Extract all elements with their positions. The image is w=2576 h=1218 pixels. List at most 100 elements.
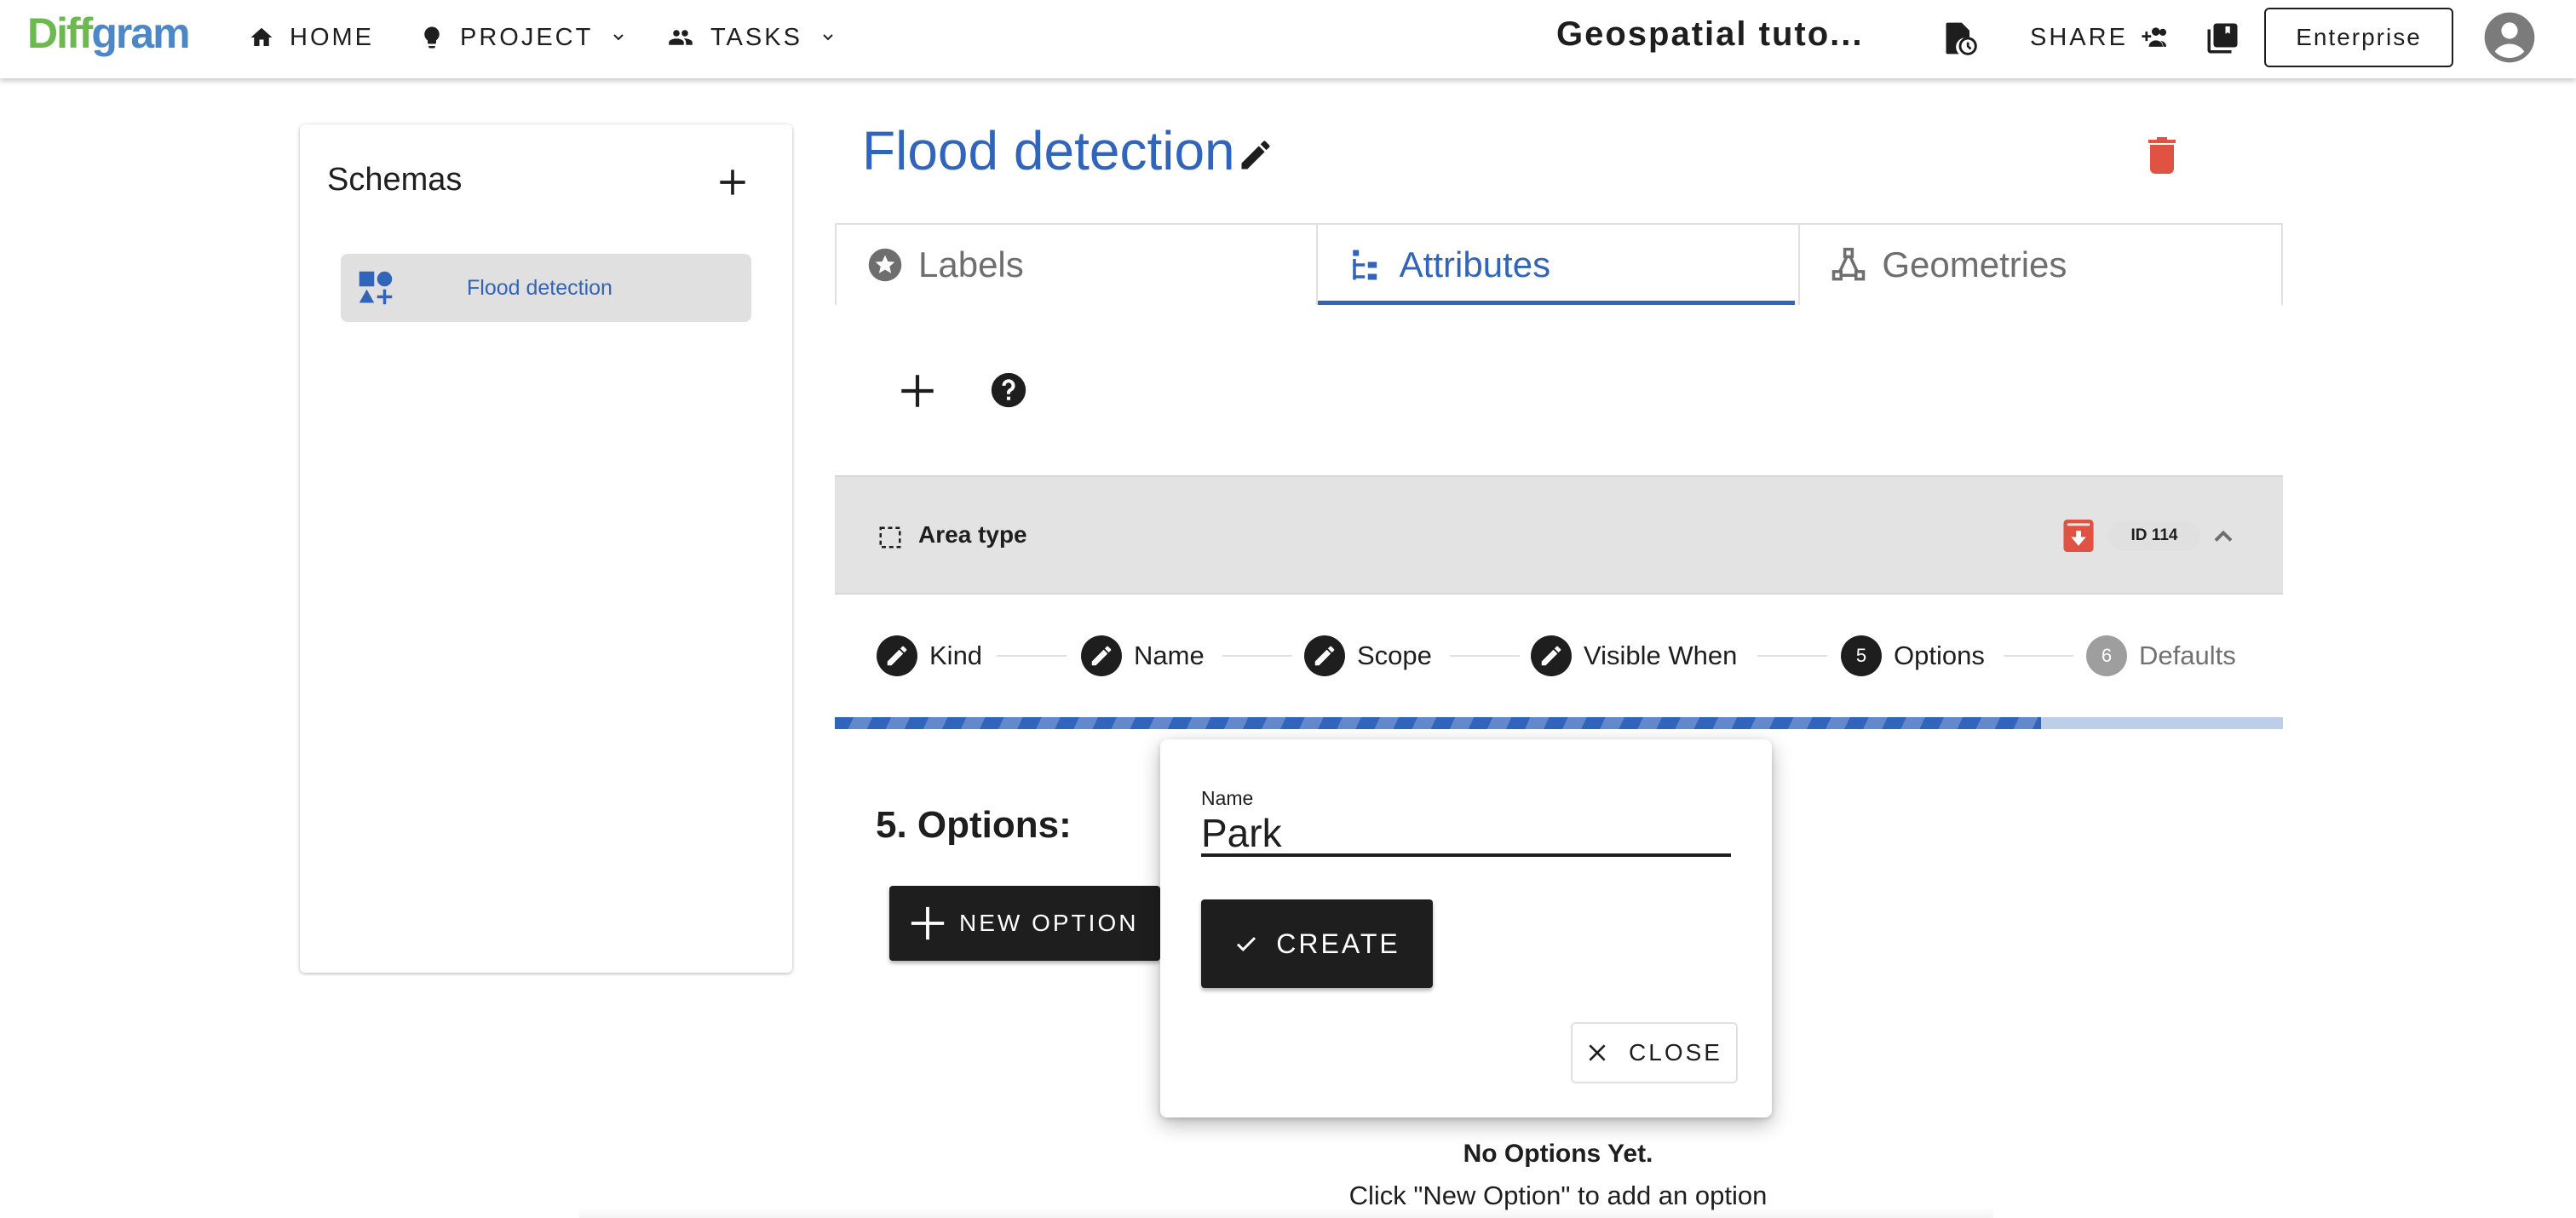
step-defaults[interactable]: 6 Defaults (2086, 630, 2236, 681)
step-name[interactable]: Name (1081, 630, 1205, 681)
plus-icon (901, 375, 934, 407)
diffgram-logo[interactable]: Diffgram (27, 9, 191, 58)
sidebar-title: Schemas (327, 162, 463, 198)
archive-attribute-button[interactable] (2063, 520, 2094, 552)
step-edit-icon (877, 635, 917, 676)
nav-project[interactable]: PROJECT (419, 19, 629, 56)
create-label: CREATE (1276, 928, 1400, 959)
step-connector (1757, 655, 1827, 657)
top-app-bar: Diffgram HOME PROJECT TASKS Geospatial t… (0, 0, 2576, 78)
enterprise-button[interactable]: Enterprise (2264, 8, 2453, 67)
step-defaults-label: Defaults (2139, 641, 2236, 670)
nav-tasks[interactable]: TASKS (666, 19, 838, 56)
step-connector (2004, 655, 2073, 657)
library-books-icon (2207, 23, 2238, 54)
close-popup-button[interactable]: CLOSE (1571, 1022, 1738, 1083)
step-scope[interactable]: Scope (1304, 630, 1432, 681)
plus-icon (911, 906, 945, 940)
file-history-button[interactable] (1939, 17, 1981, 60)
archive-icon (2063, 520, 2094, 552)
close-label: CLOSE (1629, 1039, 1722, 1066)
pencil-icon (1241, 141, 1270, 169)
trash-icon (2148, 137, 2176, 174)
step-progress-fill (835, 717, 2042, 729)
account-avatar-icon (2484, 12, 2535, 63)
new-option-popup: Name CREATE CLOSE (1160, 739, 1772, 1117)
attribute-panel-header[interactable]: Area type ID 114 (835, 475, 2283, 595)
step-connector (1222, 655, 1292, 657)
option-name-label: Name (1201, 787, 1254, 809)
add-schema-button[interactable] (714, 164, 751, 201)
schema-title: Flood detection (862, 120, 1235, 181)
step-progress-bar (835, 717, 2283, 729)
step-options[interactable]: 5 Options (1841, 630, 1985, 681)
tab-attributes-label: Attributes (1399, 244, 1551, 284)
nav-home-label: HOME (290, 23, 374, 51)
dashed-square-icon (879, 526, 901, 549)
option-name-input[interactable] (1201, 813, 1731, 857)
step-kind-label: Kind (929, 641, 983, 670)
collapse-attribute-button[interactable] (2208, 521, 2239, 552)
step-edit-icon (1304, 635, 1345, 676)
step-name-label: Name (1134, 641, 1205, 670)
nav-project-label: PROJECT (460, 23, 594, 51)
step-connector (1450, 655, 1520, 657)
edit-title-button[interactable] (1237, 136, 1274, 174)
attribute-id-badge: ID 114 (2108, 521, 2200, 550)
bottom-shadow (579, 1206, 1993, 1218)
tab-labels[interactable]: Labels (835, 223, 1318, 305)
project-title[interactable]: Geospatial tuto... (1556, 15, 1863, 54)
tab-geometries[interactable]: Geometries (1800, 223, 2284, 305)
add-attribute-button[interactable] (896, 370, 939, 412)
help-button[interactable] (990, 371, 1027, 409)
vector-triangle-icon (1832, 247, 1866, 281)
check-icon (1237, 937, 1256, 951)
step-defaults-number: 6 (2086, 635, 2127, 676)
options-heading: 5. Options: (876, 804, 1072, 846)
step-kind[interactable]: Kind (877, 630, 982, 681)
step-visible-when-label: Visible When (1584, 641, 1738, 670)
step-options-number: 5 (1841, 635, 1882, 676)
schemas-sidebar: Schemas Flood detection (300, 124, 792, 973)
delete-schema-button[interactable] (2145, 135, 2179, 175)
sidebar-item-flood-detection[interactable]: Flood detection (341, 254, 751, 322)
tree-icon (1352, 250, 1377, 280)
new-option-label: NEW OPTION (959, 910, 1139, 936)
step-edit-icon (1081, 635, 1122, 676)
help-circle-icon (991, 372, 1026, 408)
nav-home[interactable]: HOME (249, 19, 374, 56)
nav-tasks-label: TASKS (710, 23, 802, 51)
chevron-down-icon (823, 34, 833, 41)
step-options-label: Options (1894, 641, 1985, 670)
empty-state-title: No Options Yet. (1463, 1140, 1653, 1168)
attribute-stepper: Kind Name Scope Visible When 5 Options 6… (835, 630, 2283, 681)
step-visible-when[interactable]: Visible When (1531, 630, 1737, 681)
share-button[interactable]: SHARE (2030, 19, 2169, 56)
close-icon (1589, 1044, 1606, 1061)
logo-part-gram: gram (91, 9, 190, 57)
tab-labels-label: Labels (918, 244, 1024, 284)
lightbulb-icon (424, 26, 440, 49)
tab-attributes[interactable]: Attributes (1317, 223, 1801, 305)
step-scope-label: Scope (1357, 641, 1432, 670)
tab-geometries-label: Geometries (1882, 244, 2067, 284)
step-edit-icon (1531, 635, 1572, 676)
create-option-button[interactable]: CREATE (1201, 899, 1433, 988)
plus-icon (720, 169, 745, 195)
shapes-icon (359, 271, 393, 305)
account-menu-button[interactable] (2482, 10, 2537, 65)
star-circle-icon (868, 248, 902, 282)
new-option-button[interactable]: NEW OPTION (889, 886, 1160, 961)
people-icon (669, 30, 693, 45)
chevron-up-icon (2214, 530, 2233, 542)
add-person-icon (2142, 27, 2166, 47)
schema-tabs: Labels Attributes Geometries (835, 223, 2284, 305)
library-button[interactable] (2201, 17, 2244, 60)
home-icon (250, 27, 273, 46)
chevron-down-icon (613, 34, 624, 41)
step-connector (997, 655, 1067, 657)
attribute-name: Area type (918, 521, 1027, 548)
share-label: SHARE (2030, 23, 2128, 51)
schema-item-label: Flood detection (467, 275, 612, 300)
logo-part-diff: Diff (27, 9, 93, 57)
